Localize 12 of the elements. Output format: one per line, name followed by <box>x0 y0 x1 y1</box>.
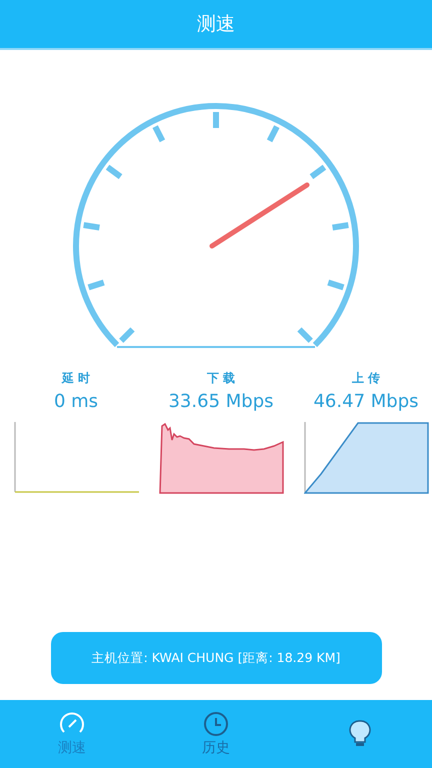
stat-value: 46.47 Mbps <box>313 391 418 412</box>
lightbulb-icon <box>349 720 371 748</box>
clock-icon <box>203 711 229 737</box>
stat-value: 0 ms <box>54 391 98 412</box>
tab[interactable]: 测速 <box>17 704 127 764</box>
stat-label: 延 时 <box>62 370 90 387</box>
server-info-text: 主机位置: KWAI CHUNG [距离: 18.29 KM] <box>92 650 340 666</box>
screen-title: 测速 <box>197 12 235 37</box>
stat-label: 下 载 <box>206 370 236 387</box>
tab[interactable]: 历史 <box>161 704 271 764</box>
stat-value: 33.65 Mbps <box>168 391 274 412</box>
stat-label: 上 传 <box>352 370 380 387</box>
